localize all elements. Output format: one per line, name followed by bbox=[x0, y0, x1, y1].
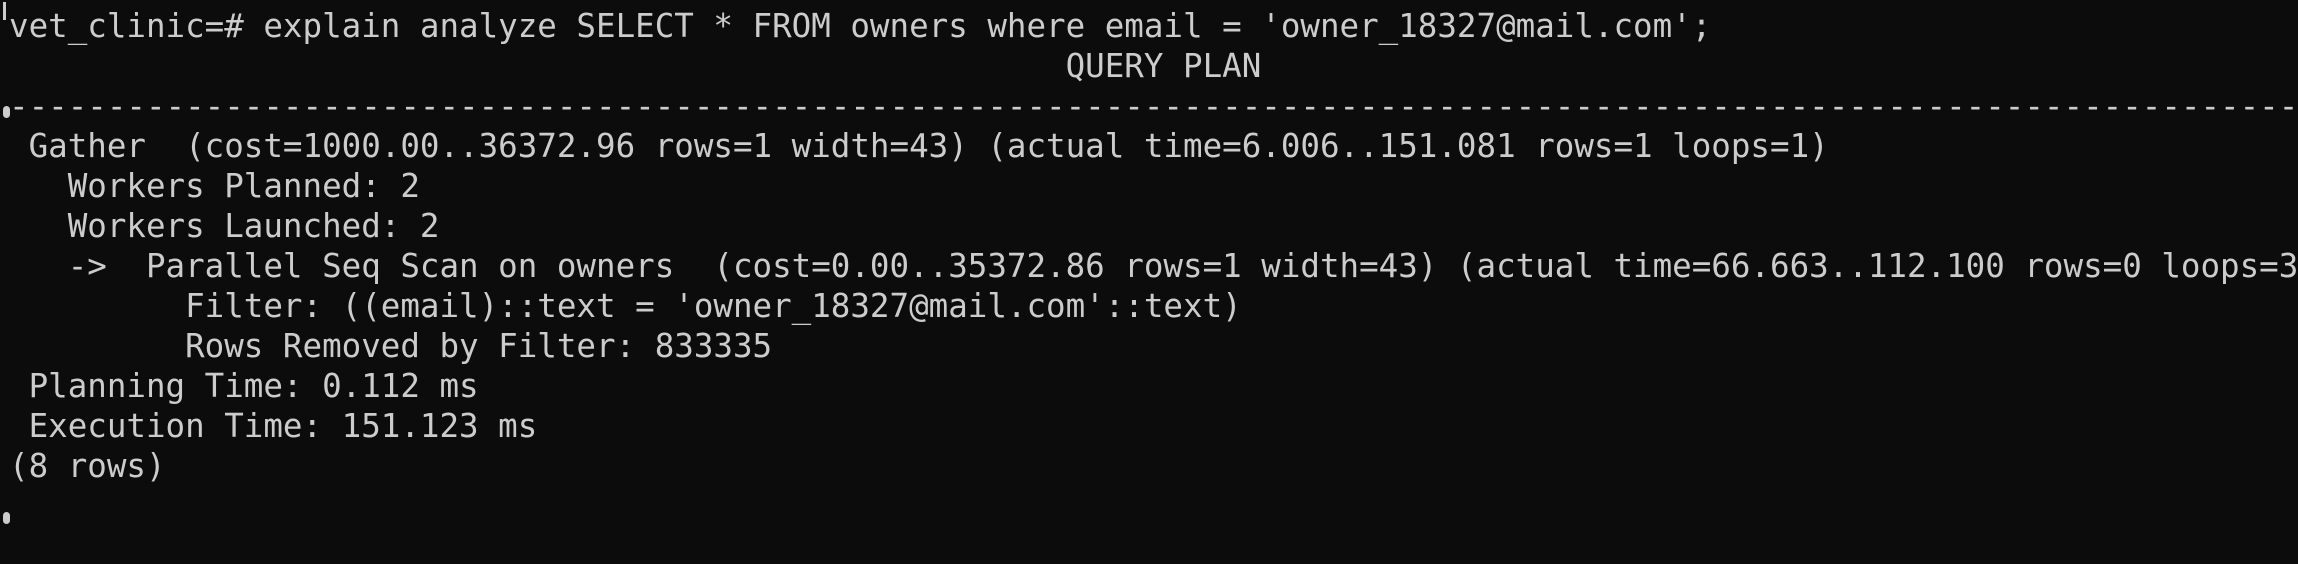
plan-line-parallel-seq-scan: -> Parallel Seq Scan on owners (cost=0.0… bbox=[9, 247, 2298, 285]
plan-line-execution-time: Execution Time: 151.123 ms bbox=[9, 407, 538, 445]
prompt-command-line: vet_clinic=# explain analyze SELECT * FR… bbox=[9, 7, 1712, 45]
text-cursor bbox=[3, 2, 6, 20]
row-count-line: (8 rows) bbox=[9, 447, 166, 485]
plan-line-filter: Filter: ((email)::text = 'owner_18327@ma… bbox=[9, 287, 1242, 325]
plan-line-rows-removed: Rows Removed by Filter: 833335 bbox=[9, 327, 773, 365]
terminal-window[interactable]: vet_clinic=# explain analyze SELECT * FR… bbox=[0, 0, 2298, 564]
plan-line-workers-launched: Workers Launched: 2 bbox=[9, 207, 440, 245]
scroll-marker-bottom bbox=[3, 512, 10, 524]
plan-line-gather: Gather (cost=1000.00..36372.96 rows=1 wi… bbox=[9, 127, 1829, 165]
header-separator: ----------------------------------------… bbox=[9, 87, 2298, 125]
plan-line-workers-planned: Workers Planned: 2 bbox=[9, 167, 420, 205]
plan-line-planning-time: Planning Time: 0.112 ms bbox=[9, 367, 479, 405]
query-plan-header: QUERY PLAN bbox=[9, 47, 1262, 85]
scroll-marker-top bbox=[3, 106, 10, 118]
